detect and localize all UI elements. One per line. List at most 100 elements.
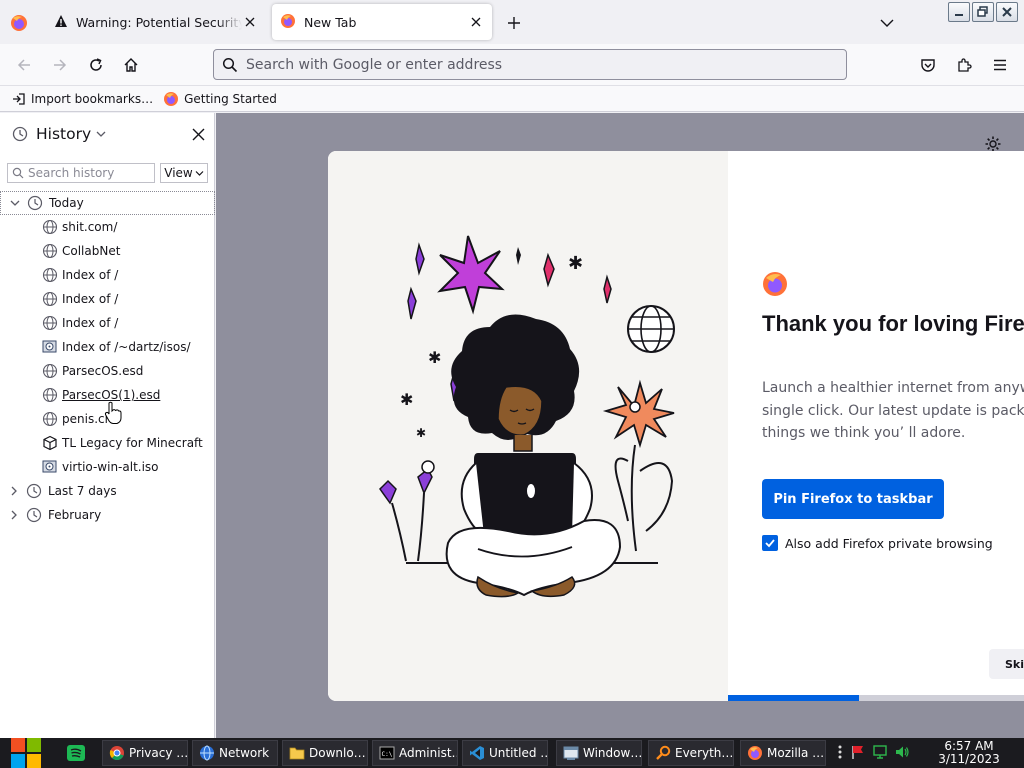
history-group-today[interactable]: Today [0, 191, 215, 215]
globe-icon [42, 291, 58, 307]
taskbar-item-admin-cmd[interactable]: C:\ Administ… [372, 740, 458, 766]
bookmark-import[interactable]: Import bookmarks… [12, 92, 153, 106]
history-item[interactable]: Index of / [0, 263, 215, 287]
windows-start-icon[interactable] [10, 738, 42, 768]
tab-security-warning[interactable]: Warning: Potential Security Risk Ahead [46, 4, 266, 40]
close-sidebar-button[interactable] [188, 124, 208, 144]
tab-title: Warning: Potential Security Risk Ahead [76, 14, 242, 30]
svg-text:✱: ✱ [400, 390, 413, 409]
taskbar-item-label: Downlo… [309, 746, 366, 760]
restore-button[interactable] [972, 2, 994, 22]
url-input[interactable] [246, 56, 846, 73]
checkbox[interactable] [762, 535, 778, 551]
progress-fill [728, 695, 860, 701]
window-icon [563, 746, 579, 760]
forward-button[interactable] [48, 53, 72, 77]
disc-icon [42, 460, 57, 473]
svg-text:C:\: C:\ [382, 751, 393, 758]
history-search-input[interactable] [28, 166, 148, 180]
taskbar-item-label: Window… [583, 746, 642, 760]
close-tab-icon[interactable] [242, 14, 258, 30]
bookmark-label: Getting Started [184, 91, 277, 106]
globe-icon [42, 315, 58, 331]
history-item[interactable]: virtio-win-alt.iso [0, 455, 215, 479]
back-button[interactable] [12, 53, 36, 77]
tab-strip: Warning: Potential Security Risk Ahead N… [0, 0, 1024, 44]
taskbar-item-label: Untitled … [489, 746, 548, 760]
clock-date: 3/11/2023 [938, 752, 1000, 766]
history-item[interactable]: Index of / [0, 287, 215, 311]
new-tab-button[interactable] [503, 12, 525, 34]
taskbar-item-everything[interactable]: Everyth… [648, 740, 734, 766]
chevron-down-icon[interactable] [9, 197, 21, 209]
taskbar-item-label: Everyth… [675, 746, 734, 760]
group-label: Last 7 days [48, 484, 117, 498]
taskbar-item-window[interactable]: Window… [556, 740, 642, 766]
chevron-down-icon [96, 131, 106, 137]
onboarding-progress-bar [728, 695, 1024, 701]
hand-cursor-icon [104, 401, 122, 424]
taskbar-item-chrome[interactable]: Privacy … [102, 740, 188, 766]
app-menu-button[interactable] [988, 53, 1012, 77]
taskbar-item-downloads[interactable]: Downlo… [282, 740, 368, 766]
history-item[interactable]: Index of /~dartz/isos/ [0, 335, 215, 359]
network-status-icon[interactable] [872, 744, 888, 760]
history-item[interactable]: Index of / [0, 311, 215, 335]
minimize-button[interactable] [948, 2, 970, 22]
close-tab-icon[interactable] [468, 14, 484, 30]
taskbar-item-vscode[interactable]: Untitled … [462, 740, 548, 766]
flag-icon[interactable] [850, 744, 866, 760]
firefox-icon [280, 13, 296, 32]
tab-new-tab[interactable]: New Tab [272, 4, 492, 40]
firefox-view-icon[interactable] [8, 12, 30, 34]
windows-taskbar: Privacy … Network Downlo… C:\ Administ… … [0, 738, 1024, 768]
history-item[interactable]: ParsecOS.esd [0, 359, 215, 383]
back-arrow-icon [17, 59, 30, 71]
dialog-body: Launch a healthier internet from anywh s… [762, 377, 1024, 445]
group-label: Today [49, 196, 84, 210]
history-item-label: ParsecOS.esd [62, 364, 144, 378]
history-item-label: Index of / [62, 292, 119, 306]
history-sidebar: History View Today shit.com/ CollabNet I… [0, 113, 215, 738]
navigation-toolbar [0, 44, 1024, 86]
chevron-down-icon [880, 19, 894, 27]
chrome-icon [109, 746, 124, 761]
pocket-button[interactable] [916, 53, 940, 77]
history-search-box[interactable] [7, 163, 155, 183]
skip-button[interactable]: Skip [989, 649, 1024, 679]
list-all-tabs-button[interactable] [876, 12, 898, 34]
warning-icon [54, 14, 68, 31]
extensions-button[interactable] [952, 53, 976, 77]
history-item-label: Index of / [62, 316, 119, 330]
reload-button[interactable] [84, 53, 108, 77]
close-window-button[interactable] [996, 2, 1018, 22]
taskbar-item-firefox[interactable]: Mozilla … [740, 740, 826, 766]
chevron-right-icon[interactable] [8, 509, 20, 521]
spotify-icon[interactable] [66, 744, 86, 762]
url-bar[interactable] [213, 49, 847, 80]
history-group-february[interactable]: February [0, 503, 215, 527]
pin-to-taskbar-button[interactable]: Pin Firefox to taskbar [762, 479, 944, 519]
volume-icon[interactable] [894, 744, 910, 760]
folder-icon [289, 747, 305, 760]
view-label: View [164, 166, 193, 180]
home-button[interactable] [119, 53, 143, 77]
search-icon [12, 167, 24, 179]
history-item[interactable]: shit.com/ [0, 215, 215, 239]
history-group-last-7-days[interactable]: Last 7 days [0, 479, 215, 503]
tray-overflow-icon[interactable] [836, 743, 844, 761]
chevron-right-icon[interactable] [8, 485, 20, 497]
taskbar-item-label: Privacy … [129, 746, 188, 760]
history-item[interactable]: CollabNet [0, 239, 215, 263]
view-menu-button[interactable]: View [160, 163, 208, 183]
window-controls [948, 2, 1018, 22]
history-item-label: ParsecOS(1).esd [62, 388, 161, 402]
sidebar-header[interactable]: History [0, 113, 215, 155]
taskbar-clock[interactable]: 6:57 AM 3/11/2023 [934, 740, 1004, 766]
taskbar-item-network[interactable]: Network [192, 740, 278, 766]
private-browsing-checkbox-row[interactable]: Also add Firefox private browsing [762, 535, 993, 551]
bookmark-getting-started[interactable]: Getting Started [163, 91, 277, 107]
firefox-icon [164, 91, 179, 106]
dialog-body-line: things we think you’ ll adore. [762, 425, 966, 441]
history-item[interactable]: TL Legacy for Minecraft [0, 431, 215, 455]
